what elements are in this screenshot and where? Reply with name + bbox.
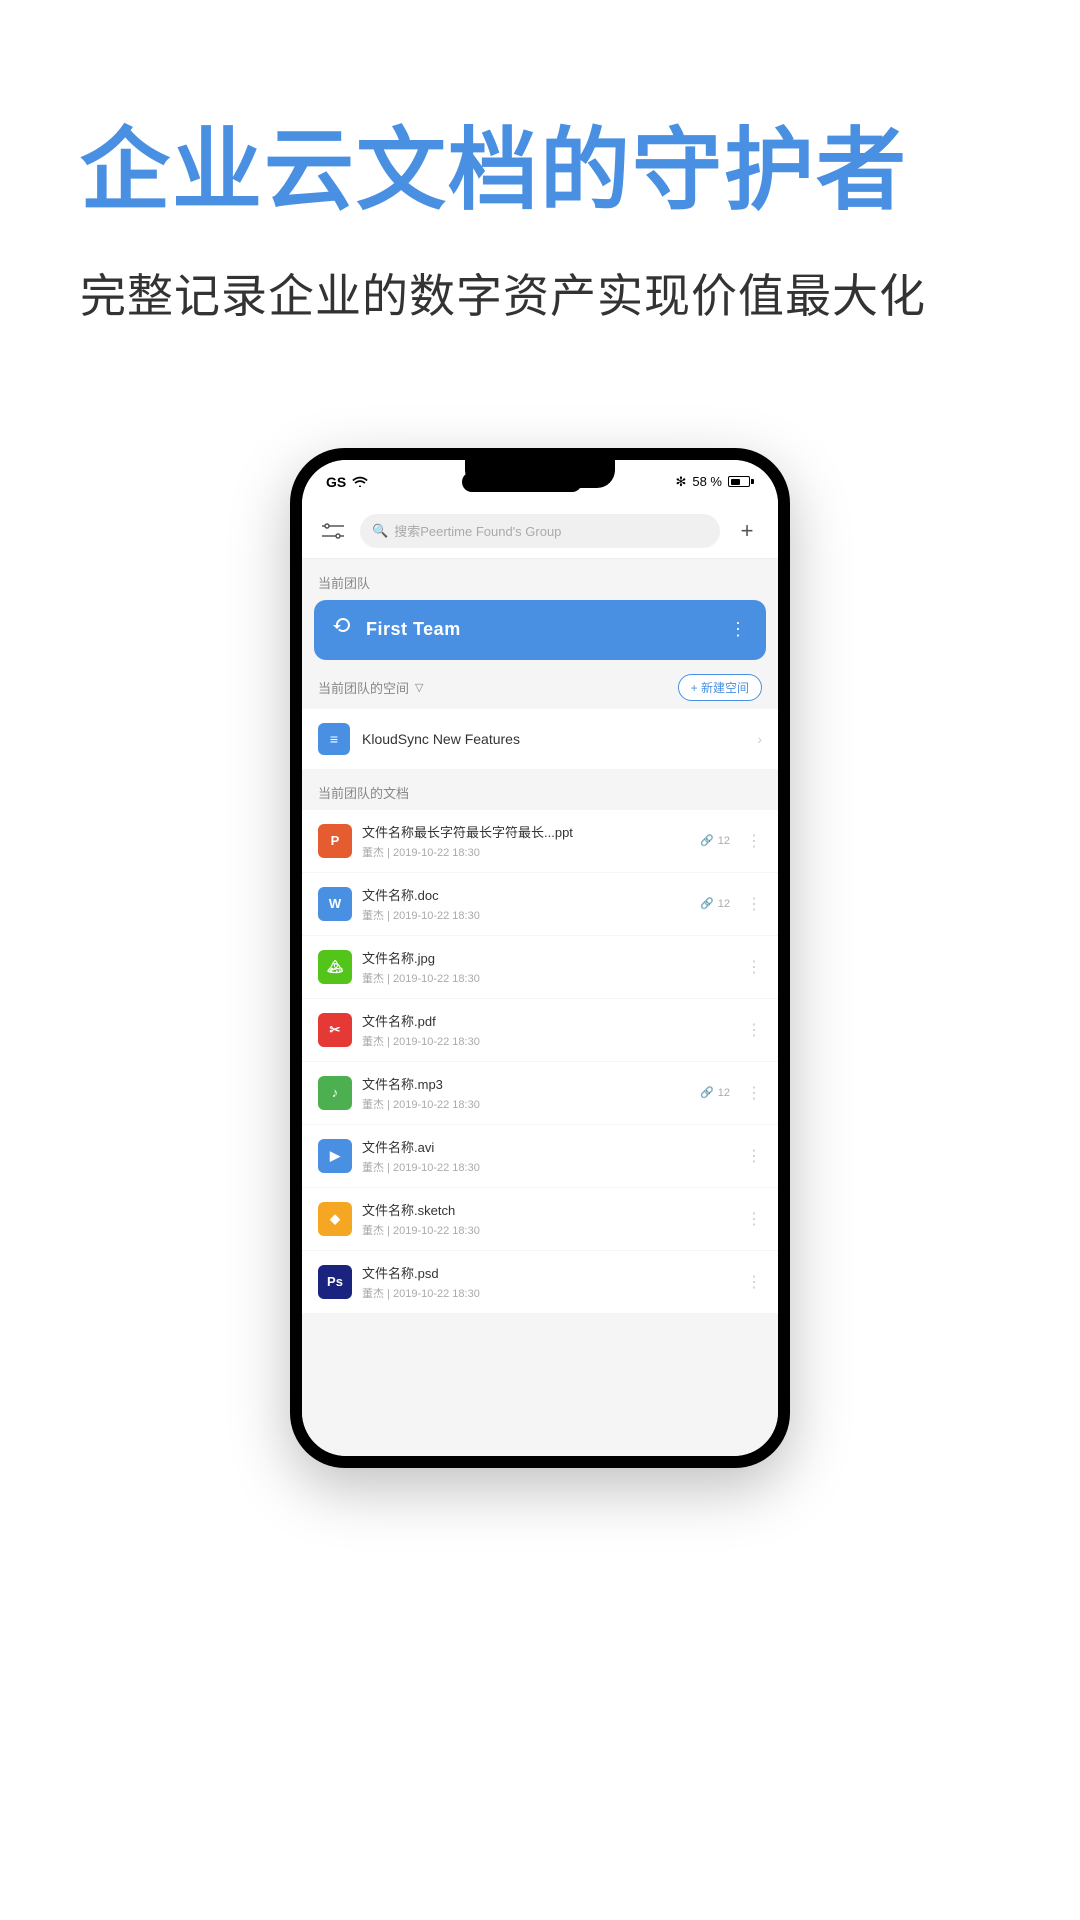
- doc-name: 文件名称.doc: [362, 885, 690, 904]
- doc-info: 文件名称.doc 董杰 | 2019-10-22 18:30: [362, 885, 690, 923]
- doc-more-icon[interactable]: ⋮: [740, 894, 762, 914]
- doc-more-icon[interactable]: ⋮: [740, 831, 762, 851]
- chevron-right-icon: ›: [757, 731, 762, 747]
- space-label-group: 当前团队的空间 ▽: [318, 678, 423, 697]
- doc-meta: 董杰 | 2019-10-22 18:30: [362, 844, 690, 860]
- doc-type-icon: Ps: [318, 1265, 352, 1299]
- doc-list: P 文件名称最长字符最长字符最长...ppt 董杰 | 2019-10-22 1…: [302, 810, 778, 1314]
- doc-more-icon[interactable]: ⋮: [740, 1146, 762, 1166]
- doc-more-icon[interactable]: ⋮: [740, 957, 762, 977]
- doc-item[interactable]: ✂ 文件名称.pdf 董杰 | 2019-10-22 18:30 ⋮: [302, 999, 778, 1062]
- doc-name: 文件名称.jpg: [362, 948, 730, 967]
- screen-content: 当前团队 First Team ⋮ 当前团队的空间 ▽: [302, 559, 778, 1456]
- doc-type-icon: 🏔: [318, 950, 352, 984]
- doc-type-icon: ◆: [318, 1202, 352, 1236]
- doc-stats: 🔗 12: [700, 897, 730, 910]
- new-space-button[interactable]: + 新建空间: [678, 674, 762, 701]
- status-right: ✻ 58 %: [675, 474, 754, 490]
- doc-info: 文件名称.sketch 董杰 | 2019-10-22 18:30: [362, 1200, 730, 1238]
- doc-meta: 董杰 | 2019-10-22 18:30: [362, 1096, 690, 1112]
- doc-item[interactable]: Ps 文件名称.psd 董杰 | 2019-10-22 18:30 ⋮: [302, 1251, 778, 1314]
- hero-subtitle: 完整记录企业的数字资产实现价值最大化: [80, 264, 926, 328]
- doc-type-icon: P: [318, 824, 352, 858]
- filter-icon[interactable]: [318, 516, 348, 546]
- add-button[interactable]: +: [732, 516, 762, 546]
- doc-item[interactable]: 🏔 文件名称.jpg 董杰 | 2019-10-22 18:30 ⋮: [302, 936, 778, 999]
- doc-name: 文件名称.avi: [362, 1137, 730, 1156]
- doc-meta: 董杰 | 2019-10-22 18:30: [362, 1159, 730, 1175]
- doc-meta: 董杰 | 2019-10-22 18:30: [362, 1285, 730, 1301]
- views-count: 12: [718, 1087, 730, 1099]
- doc-info: 文件名称.mp3 董杰 | 2019-10-22 18:30: [362, 1074, 690, 1112]
- phone-frame: GS ✻ 58 %: [290, 448, 790, 1468]
- battery-icon: [728, 476, 754, 487]
- doc-item[interactable]: ♪ 文件名称.mp3 董杰 | 2019-10-22 18:30 🔗 12 ⋮: [302, 1062, 778, 1125]
- views-count: 12: [718, 898, 730, 910]
- search-placeholder: 搜索Peertime Found's Group: [394, 521, 561, 540]
- status-bar: GS ✻ 58 %: [302, 460, 778, 504]
- team-more-icon[interactable]: ⋮: [729, 619, 748, 640]
- doc-info: 文件名称.avi 董杰 | 2019-10-22 18:30: [362, 1137, 730, 1175]
- views-icon: 🔗: [700, 897, 714, 910]
- doc-type-icon: ✂: [318, 1013, 352, 1047]
- views-icon: 🔗: [700, 834, 714, 847]
- doc-name: 文件名称.mp3: [362, 1074, 690, 1093]
- doc-info: 文件名称.jpg 董杰 | 2019-10-22 18:30: [362, 948, 730, 986]
- phone-wrapper: GS ✻ 58 %: [0, 448, 1080, 1508]
- space-item[interactable]: ≡ KloudSync New Features ›: [302, 709, 778, 769]
- doc-meta: 董杰 | 2019-10-22 18:30: [362, 1033, 730, 1049]
- doc-info: 文件名称.psd 董杰 | 2019-10-22 18:30: [362, 1263, 730, 1301]
- doc-more-icon[interactable]: ⋮: [740, 1272, 762, 1292]
- doc-more-icon[interactable]: ⋮: [740, 1083, 762, 1103]
- search-icon: 🔍: [372, 523, 388, 539]
- doc-item[interactable]: W 文件名称.doc 董杰 | 2019-10-22 18:30 🔗 12 ⋮: [302, 873, 778, 936]
- doc-name: 文件名称.pdf: [362, 1011, 730, 1030]
- space-icon: ≡: [330, 731, 338, 747]
- doc-item[interactable]: P 文件名称最长字符最长字符最长...ppt 董杰 | 2019-10-22 1…: [302, 810, 778, 873]
- sync-icon: [332, 616, 354, 644]
- hero-title: 企业云文档的守护者: [80, 120, 908, 224]
- doc-item[interactable]: ◆ 文件名称.sketch 董杰 | 2019-10-22 18:30 ⋮: [302, 1188, 778, 1251]
- doc-more-icon[interactable]: ⋮: [740, 1020, 762, 1040]
- space-item-name: KloudSync New Features: [362, 731, 745, 747]
- bluetooth-icon: ✻: [675, 474, 686, 490]
- doc-info: 文件名称最长字符最长字符最长...ppt 董杰 | 2019-10-22 18:…: [362, 822, 690, 860]
- doc-meta: 董杰 | 2019-10-22 18:30: [362, 970, 730, 986]
- space-label: 当前团队的空间: [318, 678, 409, 697]
- doc-meta: 董杰 | 2019-10-22 18:30: [362, 1222, 730, 1238]
- doc-type-icon: ♪: [318, 1076, 352, 1110]
- space-header-row: 当前团队的空间 ▽ + 新建空间: [302, 660, 778, 709]
- doc-name: 文件名称最长字符最长字符最长...ppt: [362, 822, 690, 841]
- team-name: First Team: [366, 619, 717, 640]
- phone-screen: GS ✻ 58 %: [302, 460, 778, 1456]
- space-icon-box: ≡: [318, 723, 350, 755]
- doc-stats: 🔗 12: [700, 834, 730, 847]
- app-header: 🔍 搜索Peertime Found's Group +: [302, 504, 778, 559]
- team-card[interactable]: First Team ⋮: [314, 600, 766, 660]
- doc-more-icon[interactable]: ⋮: [740, 1209, 762, 1229]
- doc-name: 文件名称.psd: [362, 1263, 730, 1282]
- battery-percent: 58 %: [692, 474, 722, 489]
- doc-type-icon: W: [318, 887, 352, 921]
- doc-name: 文件名称.sketch: [362, 1200, 730, 1219]
- views-count: 12: [718, 835, 730, 847]
- doc-item[interactable]: ▶ 文件名称.avi 董杰 | 2019-10-22 18:30 ⋮: [302, 1125, 778, 1188]
- views-icon: 🔗: [700, 1086, 714, 1099]
- doc-type-icon: ▶: [318, 1139, 352, 1173]
- doc-info: 文件名称.pdf 董杰 | 2019-10-22 18:30: [362, 1011, 730, 1049]
- hero-section: 企业云文档的守护者 完整记录企业的数字资产实现价值最大化: [0, 0, 1080, 388]
- carrier-text: GS: [326, 474, 346, 490]
- current-team-label: 当前团队: [302, 559, 778, 600]
- wifi-icon: [352, 474, 368, 490]
- notch-area: [462, 472, 582, 492]
- status-left: GS: [326, 474, 368, 490]
- search-bar[interactable]: 🔍 搜索Peertime Found's Group: [360, 514, 720, 548]
- filter-arrow-icon: ▽: [415, 681, 423, 694]
- doc-meta: 董杰 | 2019-10-22 18:30: [362, 907, 690, 923]
- docs-label: 当前团队的文档: [302, 769, 778, 810]
- doc-stats: 🔗 12: [700, 1086, 730, 1099]
